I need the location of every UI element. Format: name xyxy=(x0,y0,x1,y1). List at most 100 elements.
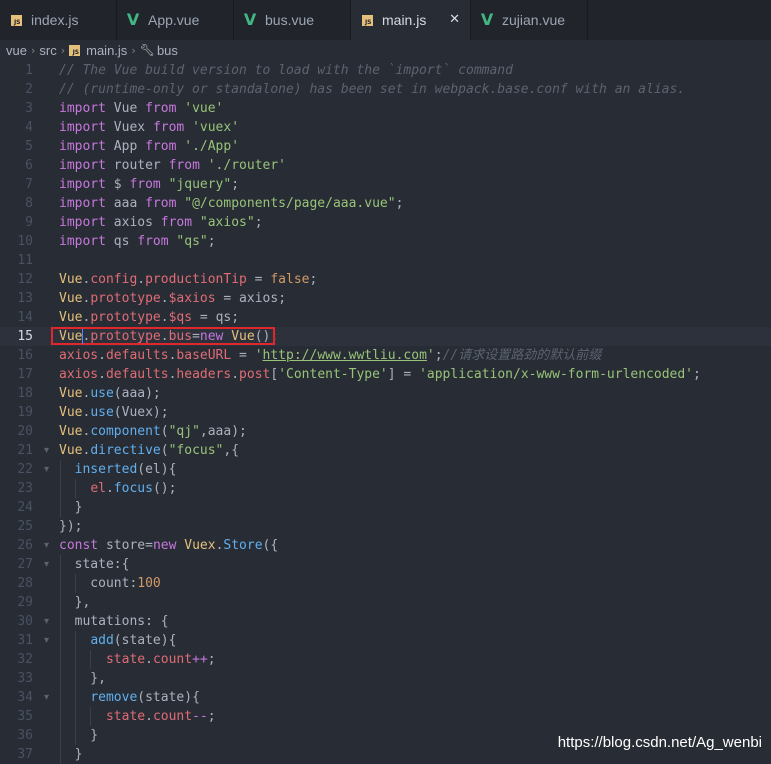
code-token: = xyxy=(192,329,200,344)
code-token: = xyxy=(246,272,271,287)
indent-guide xyxy=(60,593,61,612)
code-token: } xyxy=(59,500,83,515)
code-line[interactable]: 4 import Vuex from 'vuex' xyxy=(0,118,771,137)
code-line[interactable]: 3 import Vue from 'vue' xyxy=(0,99,771,118)
code-token: (); xyxy=(152,481,177,496)
code-token: . xyxy=(160,310,169,325)
code-line[interactable]: 13 Vue.prototype.$axios = axios; xyxy=(0,289,771,308)
code-line[interactable]: 30 ▾ mutations: { xyxy=(0,612,771,631)
code-line[interactable]: 10 import qs from "qs"; xyxy=(0,232,771,251)
code-line[interactable]: 34 ▾ remove(state){ xyxy=(0,688,771,707)
tab-zujian-vue[interactable]: V zujian.vue xyxy=(471,0,588,40)
code-text: } xyxy=(59,745,83,764)
code-line[interactable]: 12 Vue.config.productionTip = false; xyxy=(0,270,771,289)
code-line[interactable]: 31 ▾ add(state){ xyxy=(0,631,771,650)
code-line[interactable]: 23 el.focus(); xyxy=(0,479,771,498)
tab-app-vue[interactable]: V App.vue xyxy=(117,0,234,40)
code-line[interactable]: 18 Vue.use(aaa); xyxy=(0,384,771,403)
fold-chevron-icon[interactable]: ▾ xyxy=(44,460,49,479)
breadcrumb: vue › src › JS main.js › 🔧︎ bus xyxy=(0,40,771,60)
code-token: [ xyxy=(270,367,279,382)
code-text: Vue.directive("focus",{ xyxy=(59,441,239,460)
code-text: // The Vue build version to load with th… xyxy=(59,61,513,80)
code-token: import xyxy=(59,139,106,154)
code-text: Vue.prototype.bus=new Vue(); xyxy=(59,327,278,346)
line-number: 31 xyxy=(17,633,33,648)
code-line[interactable]: 9 import axios from "axios"; xyxy=(0,213,771,232)
fold-chevron-icon[interactable]: ▾ xyxy=(44,536,49,555)
close-tab-icon[interactable]: ✕ xyxy=(449,12,460,27)
indent-guide xyxy=(75,726,76,745)
code-line[interactable]: 8 import aaa from "@/components/page/aaa.… xyxy=(0,194,771,213)
code-token: ; xyxy=(231,310,240,325)
code-token: Vuex xyxy=(105,120,153,135)
code-line[interactable]: 33 }, xyxy=(0,669,771,688)
code-line[interactable]: 17 axios.defaults.headers.post['Content-T… xyxy=(0,365,771,384)
code-line[interactable]: 15 Vue.prototype.bus=new Vue(); xyxy=(0,327,771,346)
code-line[interactable]: 24 } xyxy=(0,498,771,517)
tab-label: index.js xyxy=(31,12,79,28)
code-token: import xyxy=(59,120,106,135)
fold-chevron-icon[interactable]: ▾ xyxy=(44,555,49,574)
code-line[interactable]: 26 ▾ const store=new Vuex.Store({ xyxy=(0,536,771,555)
code-token: : { xyxy=(145,614,169,629)
tab-bus-vue[interactable]: V bus.vue xyxy=(234,0,351,40)
code-token: = xyxy=(192,310,216,325)
line-number: 16 xyxy=(17,348,33,363)
code-token: import xyxy=(59,158,106,173)
code-line[interactable]: 11 xyxy=(0,251,771,270)
code-line[interactable]: 7 import $ from "jquery"; xyxy=(0,175,771,194)
code-line[interactable]: 20 Vue.component("qj",aaa); xyxy=(0,422,771,441)
code-line[interactable]: 27 ▾ state:{ xyxy=(0,555,771,574)
fold-chevron-icon[interactable]: ▾ xyxy=(44,441,49,460)
code-editor[interactable]: 1 // The Vue build version to load with t… xyxy=(0,61,771,764)
tab-index-js[interactable]: JS index.js xyxy=(0,0,117,40)
breadcrumb-vue[interactable]: vue xyxy=(6,43,27,58)
breadcrumb-main-js[interactable]: main.js xyxy=(86,43,127,58)
code-line[interactable]: 21 ▾ Vue.directive("focus",{ xyxy=(0,441,771,460)
chevron-right-icon: › xyxy=(30,43,36,57)
code-token: directive xyxy=(90,443,161,458)
code-line[interactable]: 1 // The Vue build version to load with t… xyxy=(0,61,771,80)
line-number: 34 xyxy=(17,690,33,705)
fold-chevron-icon[interactable]: ▾ xyxy=(44,612,49,631)
line-number: 33 xyxy=(17,671,33,686)
code-token: axios xyxy=(59,367,99,382)
code-line[interactable]: 25}); xyxy=(0,517,771,536)
line-number: 12 xyxy=(17,272,33,287)
vue-file-icon: V xyxy=(243,10,257,29)
indent-guide xyxy=(75,669,76,688)
breadcrumb-src[interactable]: src xyxy=(39,43,56,58)
code-line[interactable]: 19 Vue.use(Vuex); xyxy=(0,403,771,422)
code-token: ({ xyxy=(262,538,279,553)
code-line[interactable]: 35 state.count--; xyxy=(0,707,771,726)
tab-main-js[interactable]: JS main.js ✕ xyxy=(351,0,471,40)
line-number: 6 xyxy=(25,158,33,173)
code-line[interactable]: 14 Vue.prototype.$qs = qs; xyxy=(0,308,771,327)
code-line[interactable]: 6 import router from './router' xyxy=(0,156,771,175)
code-line[interactable]: 28 count:100 xyxy=(0,574,771,593)
code-line[interactable]: 32 state.count++; xyxy=(0,650,771,669)
code-token: http://www.wwtliu.com xyxy=(262,348,427,363)
code-token: }, xyxy=(59,595,91,610)
line-number: 9 xyxy=(25,215,33,230)
code-token: from xyxy=(129,177,161,192)
code-token: state xyxy=(105,709,146,724)
code-token: ; xyxy=(207,234,216,249)
code-line[interactable]: 16 axios.defaults.baseURL = 'http://www.w… xyxy=(0,346,771,365)
code-token: . xyxy=(231,367,240,382)
text-caret xyxy=(82,329,83,344)
code-line[interactable]: 2 // (runtime-only or standalone) has bee… xyxy=(0,80,771,99)
fold-chevron-icon[interactable]: ▾ xyxy=(44,631,49,650)
code-line[interactable]: 5 import App from './App' xyxy=(0,137,771,156)
code-text: Vue.component("qj",aaa); xyxy=(59,422,247,441)
code-text: Vue.use(aaa); xyxy=(59,384,161,403)
code-line[interactable]: 22 ▾ inserted(el){ xyxy=(0,460,771,479)
code-line[interactable]: 29 }, xyxy=(0,593,771,612)
fold-chevron-icon[interactable]: ▾ xyxy=(44,688,49,707)
chevron-right-icon: › xyxy=(131,43,136,57)
code-token: . xyxy=(145,709,153,724)
tab-label: zujian.vue xyxy=(502,12,566,28)
line-number: 13 xyxy=(17,291,33,306)
breadcrumb-bus[interactable]: bus xyxy=(157,43,178,58)
